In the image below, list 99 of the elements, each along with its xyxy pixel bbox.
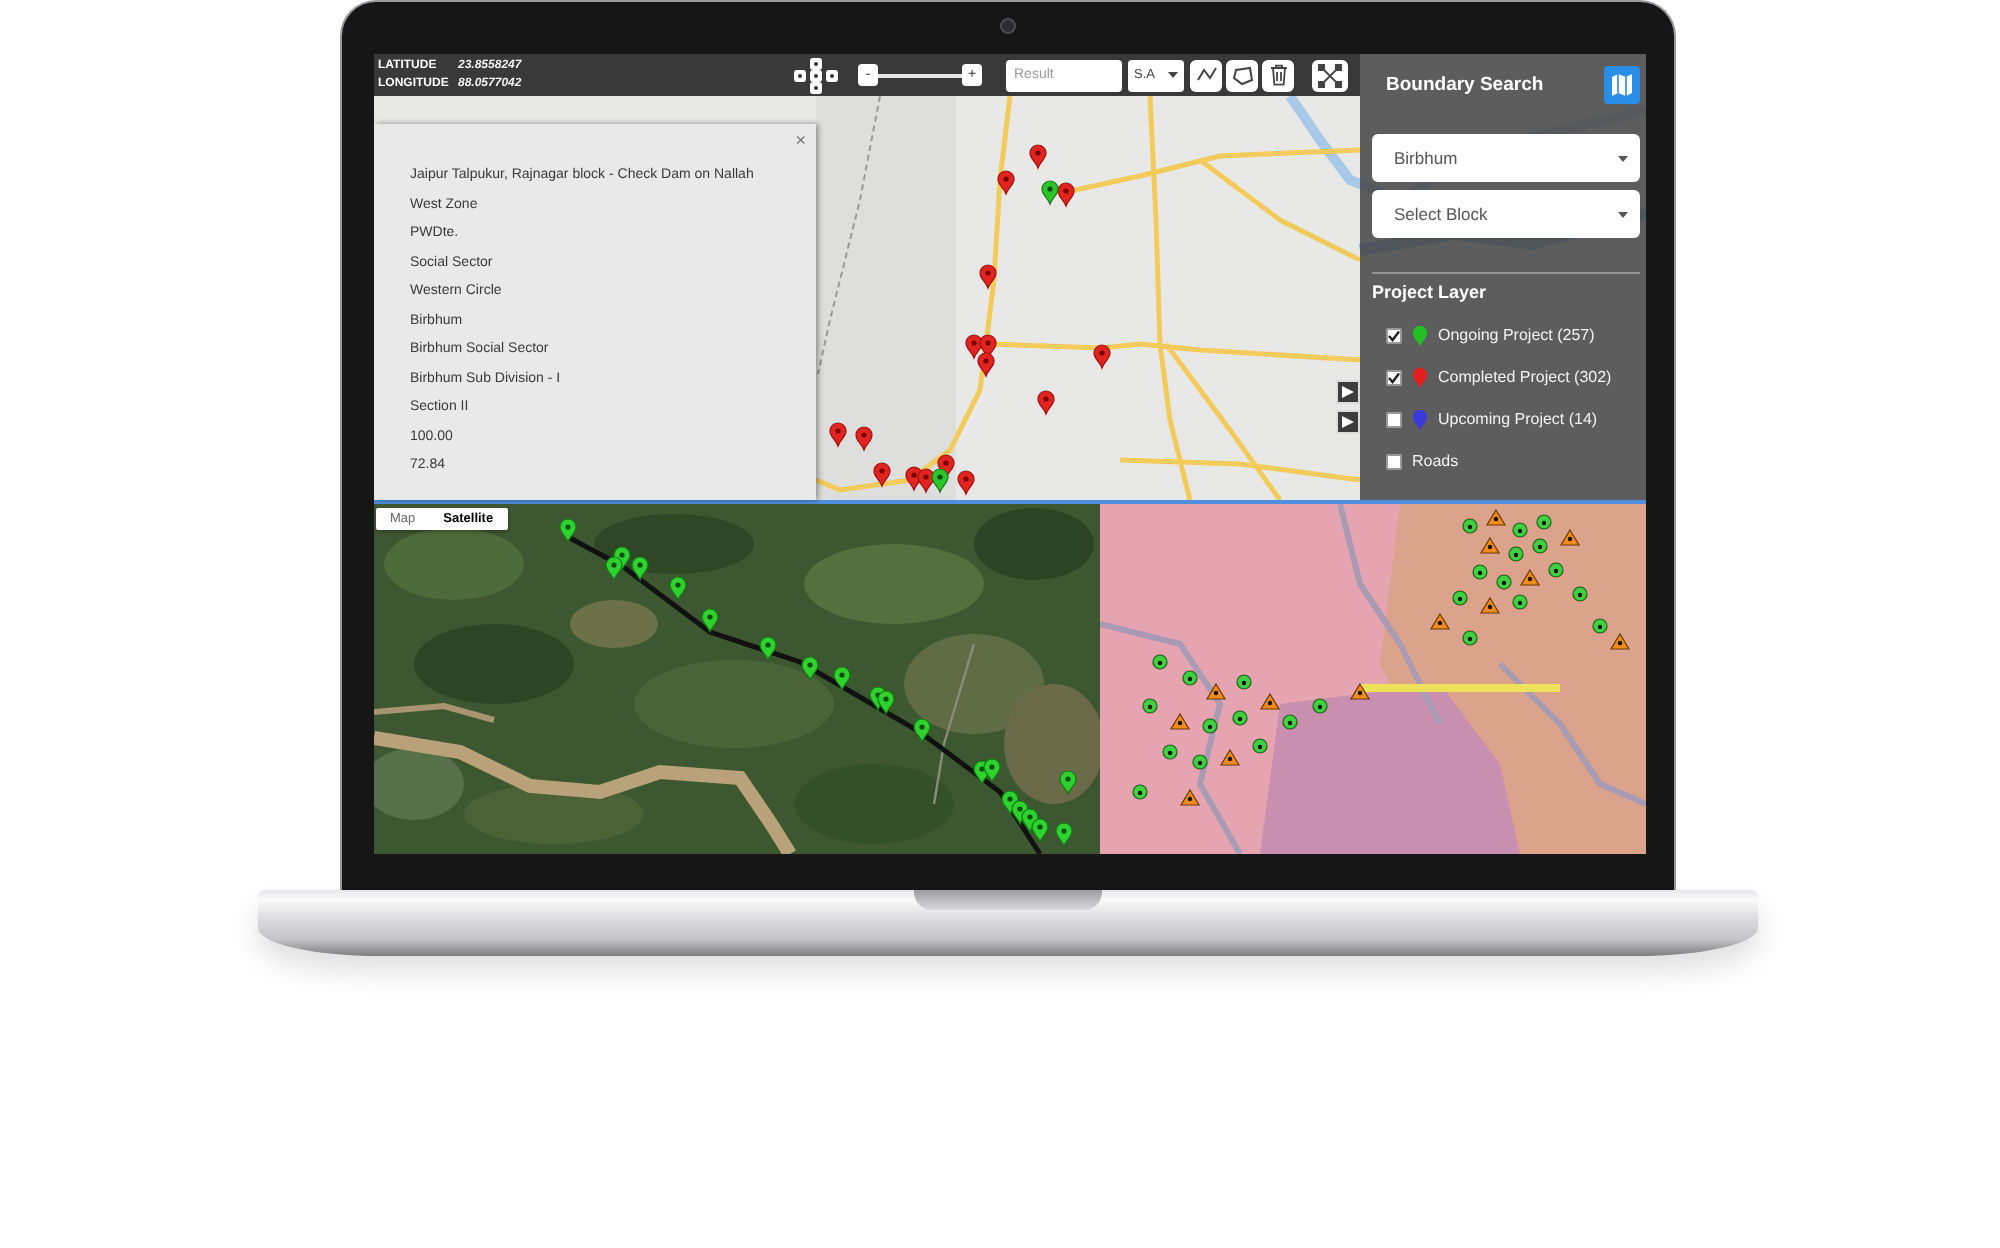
layer-label: Roads (1412, 452, 1459, 470)
circle-marker-icon[interactable] (1236, 674, 1252, 690)
draw-polygon-button[interactable] (1226, 59, 1258, 91)
layer-checkbox[interactable] (1386, 327, 1402, 343)
map-pin-icon[interactable] (1031, 818, 1049, 843)
map-pin-icon[interactable] (1029, 144, 1047, 169)
map-pin-icon[interactable] (1059, 770, 1077, 795)
circle-marker-icon[interactable] (1162, 744, 1178, 760)
triangle-marker-icon[interactable] (1259, 692, 1281, 710)
map-pin-icon[interactable] (631, 556, 649, 581)
checkmark-icon (1388, 329, 1400, 341)
caret-icon (1618, 211, 1628, 217)
map-pin-icon[interactable] (1041, 180, 1059, 205)
polygon-icon (1231, 65, 1253, 85)
close-button[interactable]: × (793, 130, 808, 150)
layer-checkbox[interactable] (1386, 369, 1402, 385)
map-pin-icon[interactable] (979, 264, 997, 289)
circle-marker-icon[interactable] (1462, 630, 1478, 646)
district-select[interactable]: Birbhum (1372, 134, 1640, 182)
map-pin-icon[interactable] (1055, 822, 1073, 847)
map-pin-icon[interactable] (983, 758, 1001, 783)
trash-icon (1269, 64, 1287, 86)
circle-marker-icon[interactable] (1282, 714, 1298, 730)
circle-marker-icon[interactable] (1182, 670, 1198, 686)
circle-marker-icon[interactable] (1252, 738, 1268, 754)
polyline-icon (1195, 66, 1217, 84)
map-pin-icon[interactable] (957, 470, 975, 495)
panel-title: Boundary Search (1386, 74, 1544, 96)
circle-marker-icon[interactable] (1572, 586, 1588, 602)
circle-marker-icon[interactable] (1532, 538, 1548, 554)
delete-button[interactable] (1262, 59, 1294, 91)
triangle-marker-icon[interactable] (1349, 682, 1371, 700)
circle-marker-icon[interactable] (1536, 514, 1552, 530)
section-heading: Project Layer (1372, 282, 1489, 304)
circle-marker-icon[interactable] (1192, 754, 1208, 770)
pan-control-icon[interactable] (792, 57, 840, 93)
map-pin-icon[interactable] (605, 556, 623, 581)
layer-checkbox[interactable] (1386, 411, 1402, 427)
layer-label: Upcoming Project (14) (1438, 410, 1598, 428)
triangle-marker-icon[interactable] (1479, 596, 1501, 614)
circle-marker-icon[interactable] (1132, 784, 1148, 800)
map-pin-icon[interactable] (833, 666, 851, 691)
webcam-icon (1000, 18, 1016, 34)
map-icon (1612, 74, 1632, 96)
map-pin-icon[interactable] (829, 422, 847, 447)
map-pin-icon[interactable] (801, 656, 819, 681)
caret-icon (1618, 155, 1628, 161)
triangle-marker-icon[interactable] (1609, 632, 1631, 650)
circle-marker-icon[interactable] (1512, 522, 1528, 538)
map-pin-icon[interactable] (701, 608, 719, 633)
draw-line-button[interactable] (1190, 59, 1222, 91)
circle-marker-icon[interactable] (1232, 710, 1248, 726)
map-pin-icon[interactable] (877, 690, 895, 715)
map-pin-icon[interactable] (1057, 182, 1075, 207)
circle-marker-icon[interactable] (1496, 574, 1512, 590)
caret-icon (1168, 72, 1178, 78)
triangle-marker-icon[interactable] (1169, 712, 1191, 730)
layer-label: Ongoing Project (257) (1438, 326, 1595, 344)
triangle-marker-icon[interactable] (1519, 568, 1541, 586)
checkmark-icon (1388, 371, 1400, 383)
expand-icon (1318, 63, 1342, 87)
map-pin-icon[interactable] (931, 468, 949, 493)
extent-button[interactable] (1312, 59, 1348, 91)
map-pin-icon[interactable] (873, 462, 891, 487)
triangle-marker-icon[interactable] (1205, 682, 1227, 700)
circle-marker-icon[interactable] (1312, 698, 1328, 714)
triangle-marker-icon[interactable] (1479, 536, 1501, 554)
triangle-marker-icon[interactable] (1429, 612, 1451, 630)
panel-toggle-button[interactable] (1336, 410, 1360, 434)
circle-marker-icon[interactable] (1548, 562, 1564, 578)
map-pin-icon[interactable] (977, 352, 995, 377)
arrow-right-icon (1342, 386, 1354, 398)
circle-marker-icon[interactable] (1512, 594, 1528, 610)
panel-toggle-button[interactable] (1336, 380, 1360, 404)
layer-label: Completed Project (302) (1438, 368, 1612, 386)
circle-marker-icon[interactable] (1592, 618, 1608, 634)
map-view-button[interactable] (1604, 66, 1640, 104)
circle-marker-icon[interactable] (1452, 590, 1468, 606)
circle-marker-icon[interactable] (1142, 698, 1158, 714)
circle-marker-icon[interactable] (1508, 546, 1524, 562)
circle-marker-icon[interactable] (1152, 654, 1168, 670)
circle-marker-icon[interactable] (1472, 564, 1488, 580)
map-pin-icon[interactable] (1037, 390, 1055, 415)
block-select[interactable]: Select Block (1372, 190, 1640, 238)
triangle-marker-icon[interactable] (1219, 748, 1241, 766)
layer-checkbox[interactable] (1386, 453, 1402, 469)
map-pin-icon[interactable] (669, 576, 687, 601)
map-pin-icon[interactable] (1093, 344, 1111, 369)
triangle-marker-icon[interactable] (1179, 788, 1201, 806)
map-pin-icon[interactable] (913, 718, 931, 743)
map-pin-icon[interactable] (855, 426, 873, 451)
map-pin-icon[interactable] (997, 170, 1015, 195)
circle-marker-icon[interactable] (1462, 518, 1478, 534)
arrow-right-icon (1342, 416, 1354, 428)
map-pin-icon[interactable] (559, 518, 577, 543)
triangle-marker-icon[interactable] (1485, 508, 1507, 526)
circle-marker-icon[interactable] (1202, 718, 1218, 734)
triangle-marker-icon[interactable] (1559, 528, 1581, 546)
map-pin-icon[interactable] (759, 636, 777, 661)
